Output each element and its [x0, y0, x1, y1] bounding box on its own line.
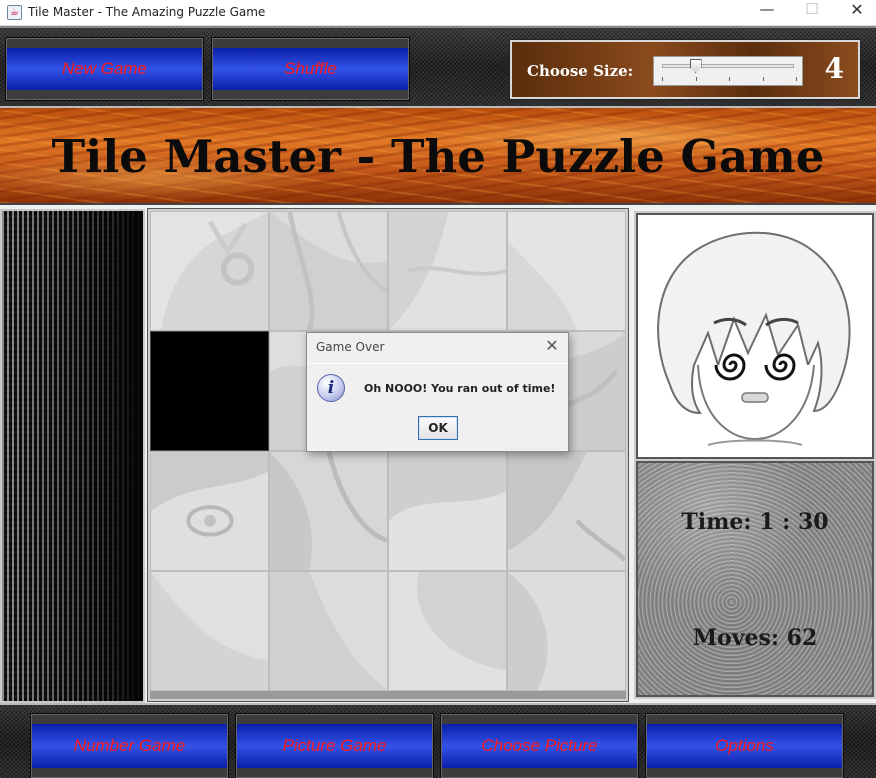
close-icon[interactable]: ✕	[542, 336, 562, 356]
puzzle-tile[interactable]	[150, 211, 269, 331]
slider-tick	[729, 77, 730, 81]
java-coffee-icon: ☕	[7, 5, 22, 20]
options-label: Options	[715, 736, 774, 755]
close-icon[interactable]: ✕	[834, 0, 876, 26]
size-panel: Choose Size: 4	[510, 40, 860, 99]
puzzle-tile[interactable]	[388, 451, 507, 571]
slider-tick	[695, 77, 697, 81]
title-banner: Tile Master - The Puzzle Game	[0, 108, 876, 205]
puzzle-tile[interactable]	[388, 211, 507, 331]
top-toolbar: New Game Shuffle Choose Size: 4	[0, 26, 876, 108]
puzzle-tile[interactable]	[507, 211, 626, 331]
number-game-label: Number Game	[73, 736, 186, 755]
stats-panel: Time: 1 : 30 Moves: 62	[636, 461, 874, 697]
puzzle-tile[interactable]	[269, 211, 388, 331]
picture-game-button[interactable]: Picture Game	[235, 713, 434, 778]
choose-picture-button[interactable]: Choose Picture	[440, 713, 639, 778]
choose-size-label: Choose Size:	[527, 62, 634, 80]
game-over-dialog: Game Over ✕ i Oh NOOO! You ran out of ti…	[306, 332, 569, 452]
slider-thumb[interactable]	[689, 59, 702, 73]
slider-tick	[796, 77, 797, 81]
dialog-message: Oh NOOO! You ran out of time!	[364, 382, 556, 395]
slider-tick	[762, 77, 764, 81]
puzzle-tile[interactable]	[150, 451, 269, 571]
left-texture-panel	[0, 209, 145, 703]
moves-readout: Moves: 62	[692, 625, 818, 651]
puzzle-tile[interactable]	[150, 571, 269, 691]
puzzle-tile[interactable]	[507, 571, 626, 691]
size-value: 4	[824, 52, 844, 85]
puzzle-tile[interactable]	[507, 451, 626, 571]
shuffle-label: Shuffle	[284, 59, 337, 78]
ok-button[interactable]: OK	[418, 416, 458, 440]
bottom-toolbar: Number Game Picture Game Choose Picture …	[0, 703, 876, 778]
new-game-label: New Game	[61, 59, 148, 78]
empty-tile	[150, 331, 269, 451]
picture-game-label: Picture Game	[282, 736, 387, 755]
slider-tick	[662, 77, 663, 81]
minimize-icon[interactable]: —	[744, 0, 790, 26]
puzzle-board	[148, 209, 628, 701]
slider-track	[662, 64, 794, 68]
options-button[interactable]: Options	[645, 713, 844, 778]
time-readout: Time: 1 : 30	[681, 509, 829, 535]
dialog-title: Game Over	[316, 340, 385, 354]
window-title: Tile Master - The Amazing Puzzle Game	[28, 5, 266, 19]
puzzle-tile[interactable]	[269, 571, 388, 691]
character-portrait	[636, 213, 874, 459]
info-icon: i	[317, 374, 345, 402]
window-titlebar: ☕ Tile Master - The Amazing Puzzle Game …	[0, 0, 876, 26]
dialog-body: i Oh NOOO! You ran out of time! OK	[307, 363, 568, 451]
maximize-icon[interactable]: ☐	[789, 0, 835, 26]
number-game-button[interactable]: Number Game	[30, 713, 229, 778]
dizzy-face-icon	[638, 215, 872, 457]
puzzle-tile[interactable]	[269, 451, 388, 571]
shuffle-button[interactable]: Shuffle	[211, 37, 410, 101]
puzzle-tile[interactable]	[388, 571, 507, 691]
choose-picture-label: Choose Picture	[481, 736, 598, 755]
size-slider[interactable]	[653, 56, 803, 86]
banner-title: Tile Master - The Puzzle Game	[51, 130, 825, 183]
new-game-button[interactable]: New Game	[5, 37, 204, 101]
